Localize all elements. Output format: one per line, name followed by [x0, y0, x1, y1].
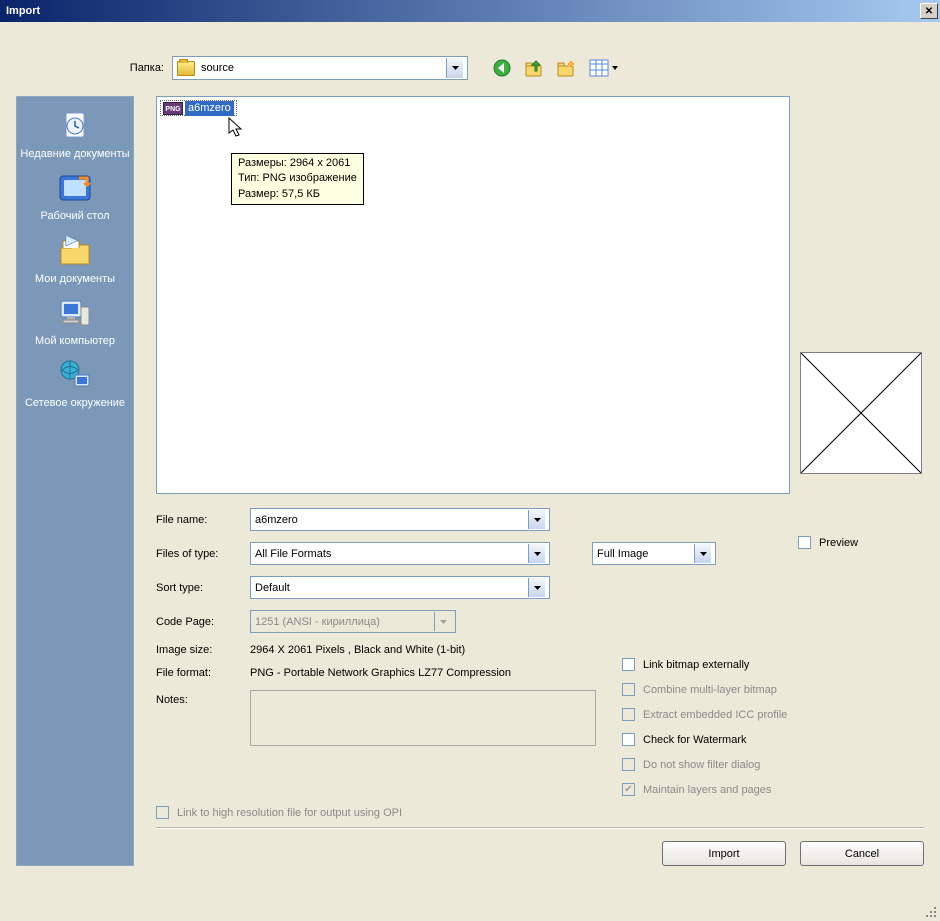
file-item-selected[interactable]: PNG a6mzero	[160, 100, 237, 116]
chevron-down-icon[interactable]	[694, 544, 711, 563]
cancel-button[interactable]: Cancel	[800, 841, 924, 866]
opt-watermark[interactable]: Check for Watermark	[622, 733, 787, 746]
lookin-label: Папка:	[122, 62, 164, 74]
places-sidebar: Недавние документы Рабочий стол Мои доку…	[16, 96, 134, 866]
new-folder-button[interactable]	[554, 56, 578, 80]
imagesize-label: Image size:	[156, 644, 250, 656]
fullimage-combo[interactable]: Full Image	[592, 542, 716, 565]
back-button[interactable]	[490, 56, 514, 80]
sidebar-item-label: Рабочий стол	[40, 209, 109, 223]
opt-combine: Combine multi-layer bitmap	[622, 683, 787, 696]
filename-input[interactable]: a6mzero	[250, 508, 550, 531]
sidebar-item-computer[interactable]: Мой компьютер	[35, 296, 115, 348]
chevron-down-icon[interactable]	[528, 544, 545, 563]
options-block: Link bitmap externally Combine multi-lay…	[622, 658, 787, 796]
import-button[interactable]: Import	[662, 841, 786, 866]
sidebar-item-label: Мои документы	[35, 272, 115, 286]
separator	[156, 827, 924, 829]
filetype-label: Files of type:	[156, 548, 250, 560]
filetype-combo[interactable]: All File Formats	[250, 542, 550, 565]
notes-textarea[interactable]	[250, 690, 596, 746]
views-button[interactable]	[586, 56, 622, 80]
chevron-down-icon	[434, 612, 451, 631]
sidebar-item-desktop[interactable]: Рабочий стол	[40, 171, 109, 223]
lookin-combo[interactable]: source	[172, 56, 468, 80]
recent-documents-icon	[57, 109, 93, 145]
opi-checkbox	[156, 806, 169, 819]
fileformat-label: File format:	[156, 667, 250, 679]
sidebar-item-label: Сетевое окружение	[25, 396, 125, 410]
dialog-body: Папка: source Недавние до	[0, 22, 940, 921]
opt-extract-icc: Extract embedded ICC profile	[622, 708, 787, 721]
preview-checkbox[interactable]	[798, 536, 811, 549]
folder-icon	[177, 61, 195, 76]
sidebar-item-label: Недавние документы	[20, 147, 129, 161]
chevron-down-icon[interactable]	[528, 578, 545, 597]
file-item-name: a6mzero	[185, 101, 234, 116]
opt-filter-dialog: Do not show filter dialog	[622, 758, 787, 771]
opt-layers: ✔Maintain layers and pages	[622, 783, 787, 796]
my-documents-icon	[57, 234, 93, 270]
sidebar-item-label: Мой компьютер	[35, 334, 115, 348]
cursor-icon	[228, 117, 244, 139]
up-one-level-button[interactable]	[522, 56, 546, 80]
png-badge-icon: PNG	[163, 102, 183, 115]
lookin-value: source	[201, 62, 234, 74]
file-tooltip: Размеры: 2964 x 2061 Тип: PNG изображени…	[231, 153, 364, 205]
window-title: Import	[6, 5, 40, 17]
network-places-icon	[57, 358, 93, 394]
close-button[interactable]: ✕	[920, 3, 938, 19]
desktop-icon	[57, 171, 93, 207]
sidebar-item-network[interactable]: Сетевое окружение	[25, 358, 125, 410]
resize-grip-icon[interactable]	[924, 905, 938, 919]
sidebar-item-documents[interactable]: Мои документы	[35, 234, 115, 286]
sort-label: Sort type:	[156, 582, 250, 594]
sidebar-item-recent[interactable]: Недавние документы	[20, 109, 129, 161]
codepage-label: Code Page:	[156, 616, 250, 628]
imagesize-value: 2964 X 2061 Pixels , Black and White (1-…	[250, 644, 924, 656]
my-computer-icon	[57, 296, 93, 332]
filename-label: File name:	[156, 514, 250, 526]
fileformat-value: PNG - Portable Network Graphics LZ77 Com…	[250, 667, 924, 679]
notes-label: Notes:	[156, 690, 250, 706]
chevron-down-icon[interactable]	[446, 58, 463, 78]
chevron-down-icon[interactable]	[528, 510, 545, 529]
file-list[interactable]: PNG a6mzero Размеры: 2964 x 2061 Тип: PN…	[156, 96, 790, 494]
opi-label: Link to high resolution file for output …	[177, 807, 402, 819]
preview-thumbnail	[800, 352, 922, 474]
titlebar: Import ✕	[0, 0, 940, 22]
preview-label: Preview	[819, 537, 858, 549]
opt-link-bitmap[interactable]: Link bitmap externally	[622, 658, 787, 671]
sort-combo[interactable]: Default	[250, 576, 550, 599]
codepage-combo: 1251 (ANSI - кириллица)	[250, 610, 456, 633]
